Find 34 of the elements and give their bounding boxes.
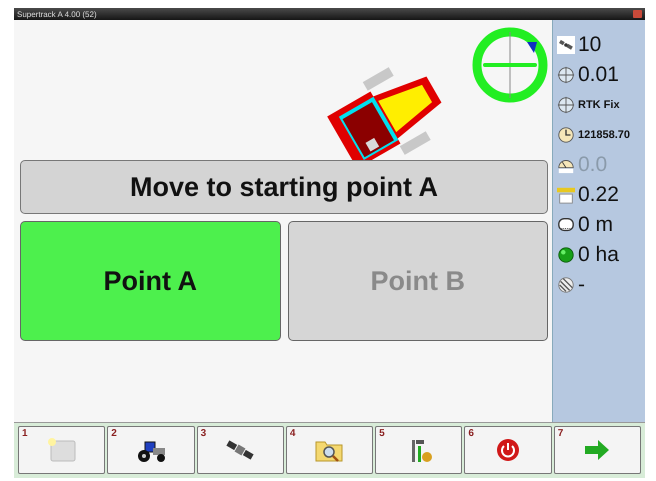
toolbar-button[interactable]: 4 [286,426,374,474]
toolbar-button[interactable]: 1 [18,426,106,474]
toolbar-button[interactable]: 3 [196,426,284,474]
status-value: 121858.70 [578,129,630,141]
toolbar-button[interactable]: 7 [554,426,641,474]
window-title: Supertrack A 4.00 (52) [17,10,97,18]
button-number: 3 [200,428,206,439]
globe-icon [557,246,575,264]
toolbar-button[interactable]: 5 [375,426,462,474]
button-number: 6 [468,428,474,439]
blank-page-icon [46,436,78,464]
button-number: 7 [558,428,564,439]
status-value: 10 [578,33,602,57]
crosshair-icon [557,96,575,114]
status-value: RTK Fix [578,99,620,111]
button-number: 4 [290,428,296,439]
button-number: 1 [22,428,28,439]
heading-compass-icon [471,26,549,104]
toolbar-button[interactable]: 6 [464,426,552,474]
status-value: 0 ha [578,243,619,267]
close-button[interactable] [633,10,642,18]
clock-icon [557,126,575,144]
status-value: 0 m [578,213,614,237]
point-button[interactable]: Point A [20,221,280,341]
status-value: 0.22 [578,183,619,207]
status-message: Move to starting point A [20,160,548,214]
button-number: 5 [379,428,385,439]
status-value: - [578,273,585,297]
button-number: 2 [111,428,117,439]
status-value: 0.01 [578,63,619,87]
striped-pattern-icon [557,276,575,294]
toolbar-button[interactable]: 2 [107,426,195,474]
satellite-icon [557,36,575,54]
crosshair-icon [557,66,575,84]
